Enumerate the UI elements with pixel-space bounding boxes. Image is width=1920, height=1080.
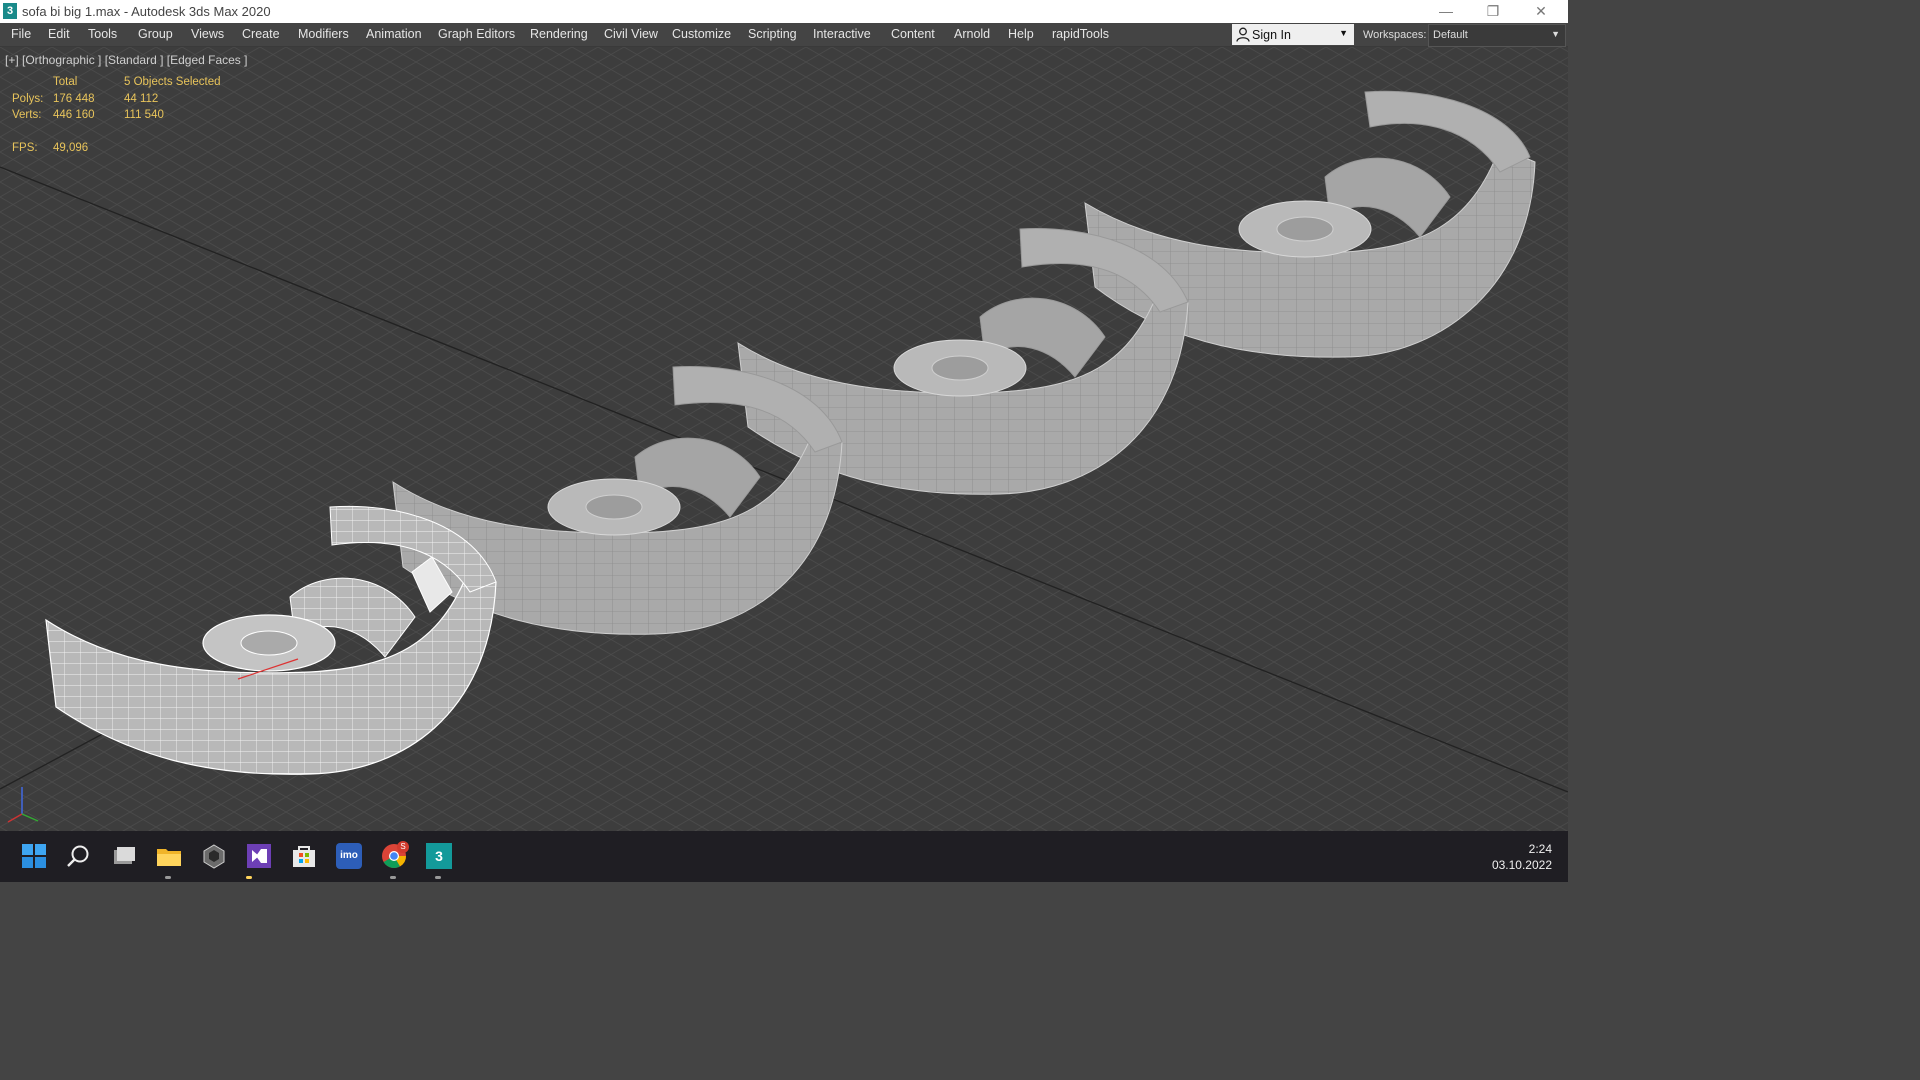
menu-content[interactable]: Content [891, 27, 935, 41]
imo-icon[interactable]: imo [336, 843, 362, 869]
menu-edit[interactable]: Edit [48, 27, 70, 41]
menu-help[interactable]: Help [1008, 27, 1034, 41]
stats-verts-total: 446 160 [53, 109, 95, 121]
title-bar: 3 sofa bi big 1.max - Autodesk 3ds Max 2… [0, 0, 1568, 23]
3ds-max-icon[interactable]: 3 [426, 843, 452, 869]
menu-group[interactable]: Group [138, 27, 173, 41]
search-icon[interactable] [66, 843, 92, 869]
close-icon[interactable]: ✕ [1518, 0, 1564, 23]
file-explorer-icon[interactable] [156, 843, 182, 869]
stats-fps-value: 49,096 [53, 142, 89, 154]
unity-icon[interactable] [201, 843, 227, 869]
user-icon [1236, 27, 1250, 42]
stats-header-total: Total [53, 76, 78, 88]
minimize-icon[interactable]: — [1423, 0, 1469, 23]
menu-tools[interactable]: Tools [88, 27, 117, 41]
system-clock[interactable]: 2:24 03.10.2022 [1492, 841, 1552, 873]
menu-file[interactable]: File [11, 27, 31, 41]
menu-customize[interactable]: Customize [672, 27, 731, 41]
stats-header-selected: 5 Objects Selected [124, 76, 221, 88]
menu-rapidtools[interactable]: rapidTools [1052, 27, 1109, 41]
menu-graph-editors[interactable]: Graph Editors [438, 27, 515, 41]
running-indicator [165, 876, 171, 879]
visual-studio-icon[interactable] [246, 843, 272, 869]
perspective-viewport[interactable]: [+] [Orthographic ] [Standard ] [Edged F… [0, 47, 1568, 831]
microsoft-store-icon[interactable] [291, 843, 317, 869]
menu-views[interactable]: Views [191, 27, 224, 41]
menu-civil-view[interactable]: Civil View [604, 27, 658, 41]
viewport-label-menu[interactable]: [+] [Orthographic ] [Standard ] [Edged F… [5, 53, 247, 67]
menu-scripting[interactable]: Scripting [748, 27, 797, 41]
stats-verts-label: Verts: [12, 109, 42, 121]
menu-modifiers[interactable]: Modifiers [298, 27, 349, 41]
workspaces-value: Default [1433, 29, 1468, 41]
chrome-profile-badge: S [397, 841, 409, 853]
menu-rendering[interactable]: Rendering [530, 27, 588, 41]
stats-verts-selected: 111 540 [124, 109, 164, 121]
running-indicator [390, 876, 396, 879]
windows-taskbar: imo S 3 2:24 03.10.2022 [0, 831, 1568, 882]
sign-in-label: Sign In [1252, 28, 1291, 42]
restore-icon[interactable]: ❐ [1470, 0, 1516, 23]
task-view-icon[interactable] [111, 843, 137, 869]
running-indicator [246, 876, 252, 879]
sign-in-button[interactable]: Sign In ▼ [1232, 24, 1354, 45]
window-title: sofa bi big 1.max - Autodesk 3ds Max 202… [22, 4, 271, 19]
stats-fps-label: FPS: [12, 142, 38, 154]
chevron-down-icon: ▼ [1339, 28, 1348, 38]
menu-create[interactable]: Create [242, 27, 280, 41]
menu-arnold[interactable]: Arnold [954, 27, 990, 41]
clock-time: 2:24 [1528, 842, 1552, 856]
stats-polys-total: 176 448 [53, 93, 95, 105]
workspaces-label: Workspaces: [1363, 29, 1427, 41]
viewport-scene [0, 47, 1568, 831]
stats-polys-label: Polys: [12, 93, 44, 105]
windows-start-icon[interactable] [21, 843, 47, 869]
stats-polys-selected: 44 112 [124, 93, 159, 105]
menu-animation[interactable]: Animation [366, 27, 422, 41]
workspaces-dropdown[interactable]: Default ▼ [1428, 24, 1566, 47]
menu-interactive[interactable]: Interactive [813, 27, 871, 41]
clock-date: 03.10.2022 [1491, 858, 1552, 872]
running-indicator [435, 876, 441, 879]
3ds-max-app-icon[interactable]: 3 [3, 3, 17, 19]
chevron-down-icon: ▼ [1551, 29, 1560, 39]
